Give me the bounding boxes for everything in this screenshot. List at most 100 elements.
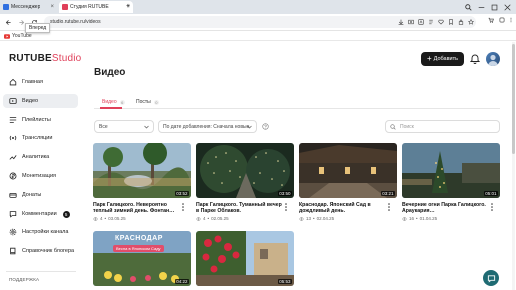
help-icon[interactable]	[262, 123, 269, 130]
favorite-icon[interactable]	[438, 19, 444, 25]
chat-icon	[487, 274, 495, 283]
video-meta: 4 • 03.05.25	[93, 216, 126, 221]
video-thumbnail[interactable]: 03:21	[299, 143, 397, 198]
cart-icon[interactable]	[488, 17, 494, 23]
search-input[interactable]: Поиск	[385, 120, 500, 133]
video-title[interactable]: Парк Галицкого. Туманный вечер в Парке О…	[196, 202, 282, 215]
download-icon[interactable]	[398, 19, 404, 25]
video-title[interactable]: Краснодар. Японский Сад в дождливый день…	[299, 202, 385, 215]
youtube-icon	[4, 33, 10, 39]
page-title: Видео	[94, 67, 126, 78]
bookmark-icon[interactable]	[448, 19, 454, 25]
browser-tab-strip: Мессенджер × Студия RUTUBE × +	[0, 0, 516, 14]
sidebar-item-label: Донаты	[22, 192, 42, 198]
sidebar-item-label: Настройки канала	[22, 229, 69, 235]
views-eye-icon	[299, 216, 304, 221]
video-views: 4	[203, 216, 206, 221]
address-bar[interactable]: studio.rutube.ru/videos	[44, 16, 476, 28]
video-card[interactable]: КРАСНОДАР Весна в Японском Саду 04:22	[93, 231, 191, 286]
new-tab-icon[interactable]: +	[124, 3, 132, 11]
meta-separator: •	[104, 216, 107, 221]
lock-icon[interactable]	[458, 19, 464, 25]
support-chat-button[interactable]	[483, 270, 499, 286]
comments-count-badge: 5	[62, 210, 70, 218]
video-thumbnail[interactable]: 05:01	[402, 143, 500, 198]
sidebar-item-label: Плейлисты	[22, 117, 51, 123]
sidebar-item-analytics[interactable]: Аналитика	[3, 150, 78, 164]
video-card[interactable]: 03:52 Парк Галицкого. Невероятно теплый …	[93, 143, 191, 225]
sidebar-item-label: Комментарии	[22, 211, 57, 217]
meta-separator: •	[207, 216, 210, 221]
rutube-studio-logo[interactable]: RUTUBEStudio	[9, 53, 81, 64]
browser-tab-studio[interactable]: Студия RUTUBE ×	[59, 1, 133, 13]
video-duration: 04:22	[174, 279, 189, 284]
video-more-menu-icon[interactable]	[387, 202, 391, 212]
video-thumbnail[interactable]: 03:50	[196, 143, 294, 198]
views-eye-icon	[402, 216, 407, 221]
video-meta: 4 • 02.05.25	[196, 216, 229, 221]
notifications-bell-icon[interactable]	[470, 54, 480, 64]
sidebar-item-playlists[interactable]: Плейлисты	[3, 113, 78, 127]
browser-toolbar: studio.rutube.ru/videos	[0, 14, 516, 31]
video-thumbnail[interactable]: 03:52	[93, 143, 191, 198]
home-icon	[9, 78, 17, 86]
video-more-menu-icon[interactable]	[284, 202, 288, 212]
close-window-icon[interactable]	[502, 2, 512, 12]
sidebar-divider	[6, 271, 76, 272]
video-views: 4	[100, 216, 103, 221]
browser-tab-messenger[interactable]: Мессенджер ×	[0, 1, 57, 13]
translate-icon[interactable]	[418, 19, 424, 25]
video-more-menu-icon[interactable]	[490, 202, 494, 212]
sidebar-item-home[interactable]: Главная	[3, 75, 78, 89]
filter-value: Все	[99, 123, 108, 130]
monetization-icon	[9, 172, 17, 180]
sidebar-item-blogger-guide[interactable]: Справочник блогера	[3, 244, 78, 258]
browser-menu-icon[interactable]	[509, 17, 513, 23]
book-icon	[10, 247, 16, 255]
minimize-icon[interactable]	[476, 2, 486, 12]
video-title[interactable]: Вечерние огни Парка Галицкого. Араукария…	[402, 202, 488, 215]
thumbnail-overlay-subtitle: Весна в Японском Саду	[113, 245, 164, 252]
add-button[interactable]: + Добавить	[421, 52, 464, 66]
sidebar-item-monetization[interactable]: Монетизация	[3, 169, 78, 183]
tab-videos[interactable]: Видео 6	[102, 99, 125, 105]
maximize-icon[interactable]	[489, 2, 499, 12]
video-duration: 03:50	[277, 191, 292, 196]
video-card[interactable]: 03:21 Краснодар. Японский Сад в дождливы…	[299, 143, 397, 225]
video-card[interactable]: 05:01 Вечерние огни Парка Галицкого. Ара…	[402, 143, 500, 225]
sidebar-item-donations[interactable]: Донаты	[3, 188, 78, 202]
screenshot-icon[interactable]	[408, 19, 414, 25]
tab-posts[interactable]: Посты 0	[136, 99, 159, 105]
extensions-icon[interactable]	[499, 17, 505, 23]
bookmark-label: YouTube	[12, 33, 32, 39]
sidebar-item-comments[interactable]: Комментарии 5	[3, 207, 78, 221]
video-duration: 03:52	[174, 191, 189, 196]
video-thumbnail[interactable]: 05:53	[196, 231, 294, 286]
video-duration: 03:21	[380, 191, 395, 196]
sidebar-item-video[interactable]: Видео	[3, 94, 78, 108]
close-tab-icon[interactable]: ×	[50, 4, 54, 10]
video-card[interactable]: 05:53	[196, 231, 294, 286]
messenger-favicon-icon	[3, 4, 9, 10]
sort-select[interactable]: По дате добавления: Сначала новые	[158, 120, 257, 133]
sidebar-item-broadcasts[interactable]: Трансляции	[3, 131, 78, 145]
video-meta: 16 • 01.04.25	[402, 216, 437, 221]
avatar[interactable]	[486, 52, 500, 66]
forward-tooltip: Вперед	[25, 23, 51, 33]
video-more-menu-icon[interactable]	[181, 202, 185, 212]
filter-select[interactable]: Все	[94, 120, 154, 133]
sidebar-item-channel-settings[interactable]: Настройки канала	[3, 225, 78, 239]
back-icon[interactable]	[3, 17, 13, 27]
tab-label: Студия RUTUBE	[70, 4, 109, 10]
bookmark-youtube[interactable]: YouTube	[4, 33, 32, 39]
page-scrollbar-thumb[interactable]	[512, 44, 515, 154]
star-icon[interactable]	[468, 19, 474, 25]
video-card[interactable]: 03:50 Парк Галицкого. Туманный вечер в П…	[196, 143, 294, 225]
video-thumbnail[interactable]: КРАСНОДАР Весна в Японском Саду 04:22	[93, 231, 191, 286]
reader-mode-icon[interactable]	[428, 19, 434, 25]
search-tabs-icon[interactable]	[463, 2, 473, 12]
sidebar-item-label: Аналитика	[22, 154, 50, 160]
video-title[interactable]: Парк Галицкого. Невероятно теплый зимний…	[93, 202, 179, 215]
tab-label: Видео	[102, 99, 117, 105]
tab-label: Посты	[136, 99, 151, 105]
